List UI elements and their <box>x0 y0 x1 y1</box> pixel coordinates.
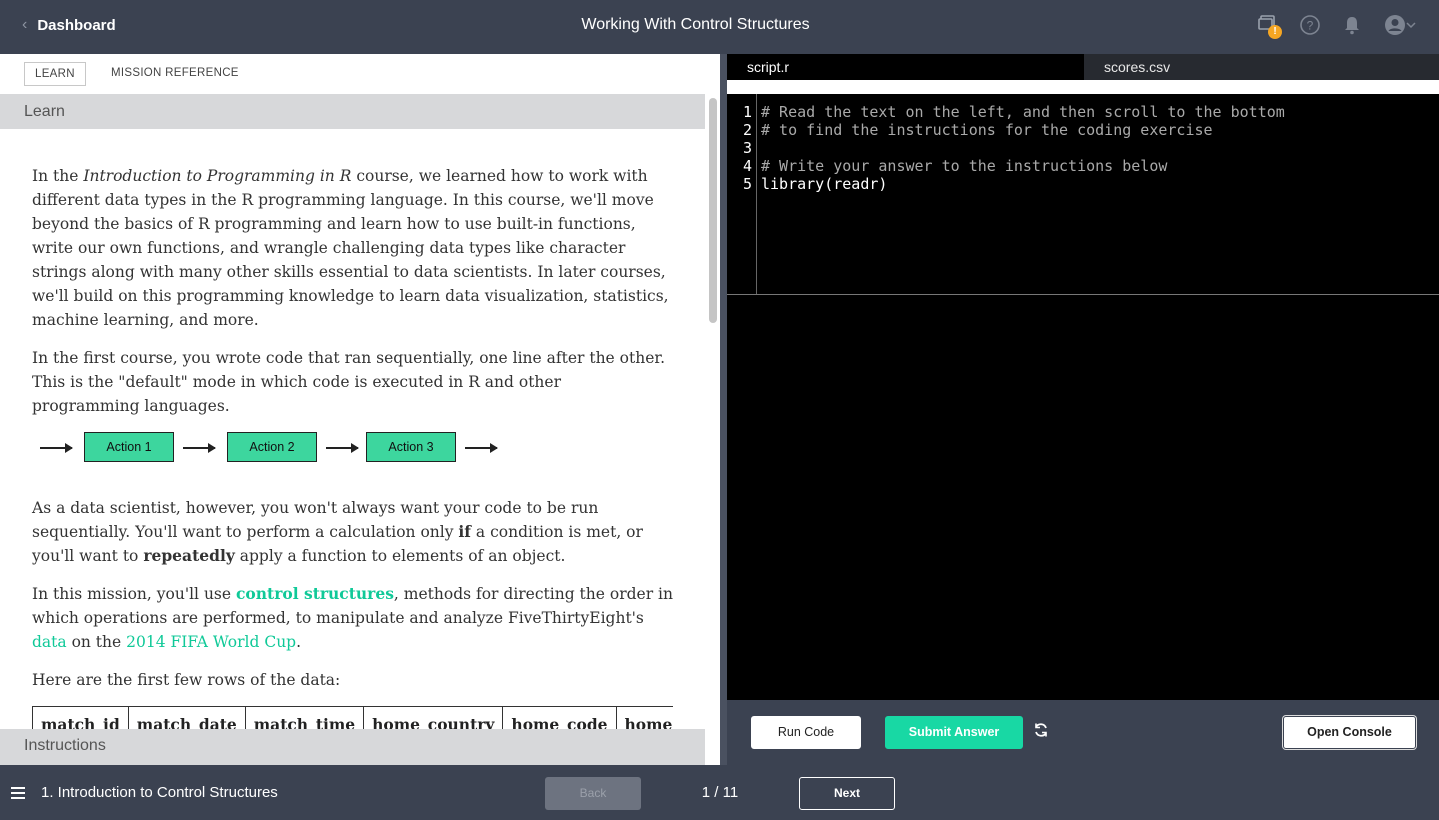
table-header-cell: home_country <box>363 706 504 729</box>
tab-scores-csv[interactable]: scores.csv <box>1084 54 1439 80</box>
code-line[interactable]: # to find the instructions for the codin… <box>761 121 1213 139</box>
sequential-paragraph: In the first course, you wrote code that… <box>32 349 665 415</box>
fifa-world-cup-link[interactable]: 2014 FIFA World Cup <box>126 633 296 651</box>
code-line[interactable]: library(readr) <box>761 175 887 193</box>
file-tabs: script.r scores.csv <box>727 54 1439 80</box>
learn-panel: LEARN MISSION REFERENCE Learn In the Int… <box>0 54 720 765</box>
help-icon[interactable]: ? <box>1299 14 1321 36</box>
conditional-paragraph: As a data scientist, however, you won't … <box>32 499 643 565</box>
reset-code-icon[interactable] <box>1029 720 1053 744</box>
flow-arrow <box>40 443 73 453</box>
mission-paragraph: In this mission, you'll use control stru… <box>32 584 673 651</box>
intro-paragraph: In the Introduction to Programming in R … <box>32 167 669 329</box>
line-number: 2 <box>742 121 752 139</box>
flow-arrow <box>465 443 498 453</box>
data-table-wrap: match_id match_date match_time home_coun… <box>0 706 673 729</box>
back-button[interactable]: Back <box>545 777 641 810</box>
learn-tabs: LEARN MISSION REFERENCE <box>0 54 720 94</box>
warning-badge: ! <box>1268 25 1282 39</box>
panel-resize-handle[interactable] <box>720 54 727 765</box>
section-instructions-header[interactable]: Instructions <box>0 729 705 765</box>
control-structures-link[interactable]: control structures <box>236 584 394 603</box>
line-number-gutter: 1 2 3 4 5 <box>727 94 757 294</box>
bell-icon[interactable] <box>1341 14 1363 36</box>
tab-mission-reference[interactable]: MISSION REFERENCE <box>111 62 239 86</box>
editor-tab-strip <box>727 80 1439 94</box>
line-number: 3 <box>742 139 752 157</box>
line-number: 4 <box>742 157 752 175</box>
next-button[interactable]: Next <box>799 777 895 810</box>
chat-icon[interactable]: ! <box>1257 14 1282 39</box>
page-title: Working With Control Structures <box>581 16 810 33</box>
user-avatar-icon <box>1385 15 1405 35</box>
data-table: match_id match_date match_time home_coun… <box>32 706 673 729</box>
line-number: 5 <box>742 175 752 193</box>
table-header-cell: home_goa <box>615 706 673 729</box>
run-code-button[interactable]: Run Code <box>751 716 861 749</box>
editor-action-bar: Run Code Submit Answer Open Console <box>727 700 1439 765</box>
sequential-flow-diagram: Action 1 Action 2 Action 3 <box>0 432 705 488</box>
flow-arrow <box>183 443 216 453</box>
flow-arrow <box>326 443 359 453</box>
table-header-cell: home_code <box>502 706 617 729</box>
flow-action-1: Action 1 <box>84 432 174 462</box>
code-editor-panel: script.r scores.csv 1 2 3 4 5 # Read the… <box>727 54 1439 700</box>
lesson-title: 1. Introduction to Control Structures <box>41 784 278 801</box>
code-line[interactable]: # Write your answer to the instructions … <box>761 157 1167 175</box>
tab-script-r[interactable]: script.r <box>727 54 1084 80</box>
learn-content: In the Introduction to Programming in R … <box>0 129 705 729</box>
table-header-cell: match_id <box>32 706 129 729</box>
code-editor[interactable]: 1 2 3 4 5 # Read the text on the left, a… <box>727 94 1439 295</box>
scrollbar-thumb[interactable] <box>709 98 717 323</box>
top-bar: ‹ Dashboard Working With Control Structu… <box>0 0 1439 54</box>
data-link[interactable]: data <box>32 633 67 651</box>
code-line[interactable]: # Read the text on the left, and then sc… <box>761 103 1285 121</box>
line-number: 1 <box>742 103 752 121</box>
section-learn-header[interactable]: Learn <box>0 94 705 129</box>
table-header-cell: match_date <box>127 706 246 729</box>
footer-bar: 1. Introduction to Control Structures Ba… <box>0 765 1439 820</box>
tab-learn[interactable]: LEARN <box>24 62 86 86</box>
chevron-down-icon <box>1406 22 1416 29</box>
flow-action-2: Action 2 <box>227 432 317 462</box>
open-console-button[interactable]: Open Console <box>1283 716 1416 749</box>
table-header-cell: match_time <box>244 706 365 729</box>
menu-icon[interactable] <box>11 787 25 802</box>
user-menu[interactable] <box>1383 14 1417 36</box>
data-preview-paragraph: Here are the first few rows of the data: <box>32 671 341 689</box>
table-header-row: match_id match_date match_time home_coun… <box>32 706 673 729</box>
page-counter: 1 / 11 <box>701 784 739 801</box>
submit-answer-button[interactable]: Submit Answer <box>885 716 1023 749</box>
flow-action-3: Action 3 <box>366 432 456 462</box>
learn-scrollbar[interactable] <box>708 94 717 765</box>
svg-text:?: ? <box>1307 19 1314 33</box>
top-icons: ! ? <box>1257 14 1417 39</box>
